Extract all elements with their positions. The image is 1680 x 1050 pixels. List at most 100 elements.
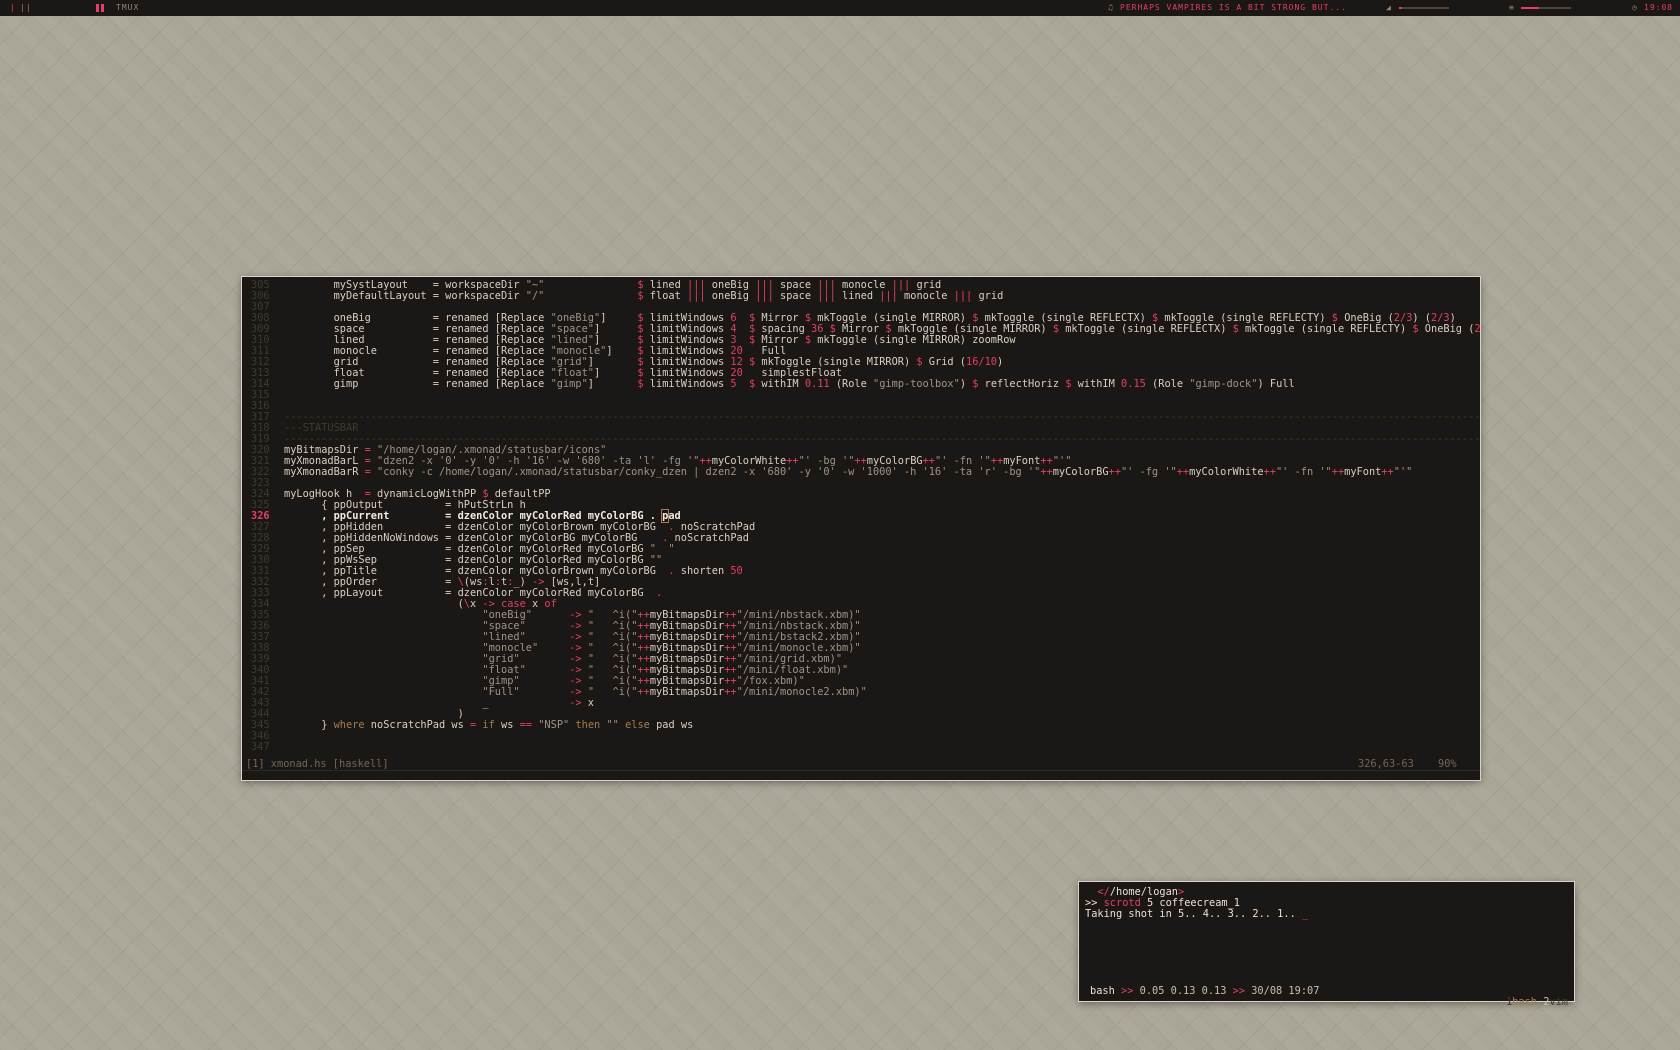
code-token: ++ xyxy=(1040,466,1053,478)
code-line[interactable]: 315 xyxy=(242,390,1480,401)
code-token: gimp = renamed [Replace xyxy=(284,378,551,390)
code-token: 16/10 xyxy=(966,356,997,368)
tmux-status-left: bash >> 0.05 0.13 0.13 >> 30/08 19:07 xyxy=(1090,986,1319,997)
code-token: myColorBG xyxy=(1052,466,1109,478)
clock-time: 19:08 xyxy=(1644,3,1674,12)
code-token: (Role xyxy=(829,378,874,390)
window-name: vim xyxy=(1549,996,1568,1008)
code-token: 50 xyxy=(730,565,743,577)
code-token: ) xyxy=(959,378,973,390)
date-time: 30/08 19:07 xyxy=(1251,985,1320,997)
output-text: Taking shot in 5.. 4.. 3.. 2.. 1.. xyxy=(1085,908,1302,920)
code-token: ws xyxy=(494,719,520,731)
code-token: ++ xyxy=(1108,466,1121,478)
code-token: mkToggle (single MIRROR) zoomRow xyxy=(811,334,1016,346)
scroll-percent: 90% xyxy=(1438,758,1457,770)
code-token: where xyxy=(333,719,365,731)
separator: >> xyxy=(1232,985,1246,997)
now-playing: PERHAPS VAMPIRES IS A BIT STRONG BUT... xyxy=(1120,3,1347,12)
code-token: else xyxy=(625,719,650,731)
terminal-cursor: _ xyxy=(1301,908,1309,920)
code-token: ++ xyxy=(1331,466,1345,478)
cpu-icon: ≡ xyxy=(1509,3,1515,12)
clock-icon: ◷ xyxy=(1632,3,1638,12)
code-line[interactable]: 314 gimp = renamed [Replace "gimp"] $ li… xyxy=(242,379,1480,390)
code-token: "' -fg '" xyxy=(1120,466,1177,478)
code-token: ++ xyxy=(637,686,650,698)
line-number: 347 xyxy=(251,741,270,753)
code-token: ++ xyxy=(1263,466,1276,478)
code-token: float xyxy=(643,290,687,302)
code-token: Grid ( xyxy=(922,356,966,368)
status-bar: | || TMUX ♫ PERHAPS VAMPIRES IS A BIT ST… xyxy=(0,0,1680,16)
code-line[interactable]: 346 xyxy=(242,731,1480,742)
code-token: myFont xyxy=(1344,466,1382,478)
code-token: myBitmapsDir xyxy=(649,686,725,698)
code-token: "' -fn '" xyxy=(1275,466,1332,478)
code-token: "gimp-toolbox" xyxy=(873,378,960,390)
code-token: x xyxy=(581,697,594,709)
tmux-window-list: 1bash 2vim xyxy=(1481,986,1568,1019)
terminal-window[interactable]: <//home/logan> >> scrotd 5 coffeecream_1… xyxy=(1079,882,1574,1008)
code-line[interactable]: 347 xyxy=(242,742,1480,753)
code-token: mkToggle (single REFLECTY) xyxy=(1238,323,1413,335)
code-token: myDefaultLayout = workspaceDir xyxy=(284,290,526,302)
code-token: myColorWhite xyxy=(1189,466,1264,478)
cpu-bar xyxy=(1521,7,1571,9)
volume-bar-fill xyxy=(1399,7,1402,9)
code-line[interactable]: 345 } where noScratchPad ws = if ws == "… xyxy=(242,720,1480,731)
code-token: } xyxy=(284,719,334,731)
code-token: "/" xyxy=(525,290,545,302)
volume-bar xyxy=(1399,7,1449,9)
cpu-bar-fill xyxy=(1521,7,1539,9)
code-token: if xyxy=(482,719,495,731)
code-token: == xyxy=(519,719,533,731)
file-info: [1] xmonad.hs [haskell] xyxy=(246,758,389,770)
vim-window[interactable]: 305 mySystLayout = workspaceDir "~" $ li… xyxy=(242,277,1480,780)
code-token: (Role xyxy=(1145,378,1190,390)
code-token: then xyxy=(575,719,601,731)
code-token: monocle xyxy=(897,290,954,302)
code-token: ++ xyxy=(724,686,737,698)
code-token: "/mini/monocle2.xbm)" xyxy=(736,686,867,698)
code-buffer[interactable]: 305 mySystLayout = workspaceDir "~" $ li… xyxy=(242,280,1480,753)
code-token: limitWindows xyxy=(643,378,731,390)
code-token: ) xyxy=(997,356,1004,368)
code-token: myXmonadBarR xyxy=(284,466,365,478)
command-output: Taking shot in 5.. 4.. 3.. 2.. 1.. _ xyxy=(1085,909,1308,920)
code-token: lined xyxy=(835,290,880,302)
code-token: ) Full xyxy=(1257,378,1295,390)
code-token: ||| xyxy=(755,290,774,302)
code-token: ||| xyxy=(879,290,898,302)
grid-icon xyxy=(96,4,104,12)
code-token: noScratchPad xyxy=(668,532,749,544)
separator: >> xyxy=(1121,985,1134,997)
load-average: 0.05 0.13 0.13 xyxy=(1139,985,1227,997)
code-token: -> xyxy=(569,697,582,709)
code-token: "'" xyxy=(1393,466,1413,478)
code-token: "NSP" xyxy=(538,719,570,731)
volume-icon: ◢ xyxy=(1386,3,1392,12)
code-token: reflectHoriz xyxy=(978,378,1066,390)
code-token: noScratchPad ws xyxy=(364,719,470,731)
window-title: TMUX xyxy=(116,3,140,12)
code-token: ----------------------------------------… xyxy=(284,411,1480,423)
code-line[interactable]: 322 myXmonadBarR = "conky -c /home/logan/… xyxy=(242,467,1480,478)
workspace-indicator-active[interactable]: | xyxy=(10,0,16,16)
tmux-window-1[interactable]: 1bash xyxy=(1506,996,1537,1008)
code-token: pad ws xyxy=(649,719,694,731)
code-token: space xyxy=(773,290,818,302)
tmux-window-2[interactable]: 2vim xyxy=(1543,996,1568,1008)
cursor-position: 326,63-63 xyxy=(1358,758,1414,770)
code-line[interactable]: 306 myDefaultLayout = workspaceDir "/" $… xyxy=(242,291,1480,302)
code-token: "gimp-dock" xyxy=(1189,378,1258,390)
code-token: 0.11 xyxy=(804,378,830,390)
code-token: ||| xyxy=(817,290,836,302)
code-line[interactable]: 317 -------------------------------------… xyxy=(242,412,1480,423)
workspace-indicator[interactable]: || xyxy=(20,0,32,16)
code-token: ] xyxy=(587,378,638,390)
vim-statusline: [1] xmonad.hs [haskell] 326,63-63 90% xyxy=(242,758,1480,771)
code-token: grid xyxy=(972,290,1004,302)
